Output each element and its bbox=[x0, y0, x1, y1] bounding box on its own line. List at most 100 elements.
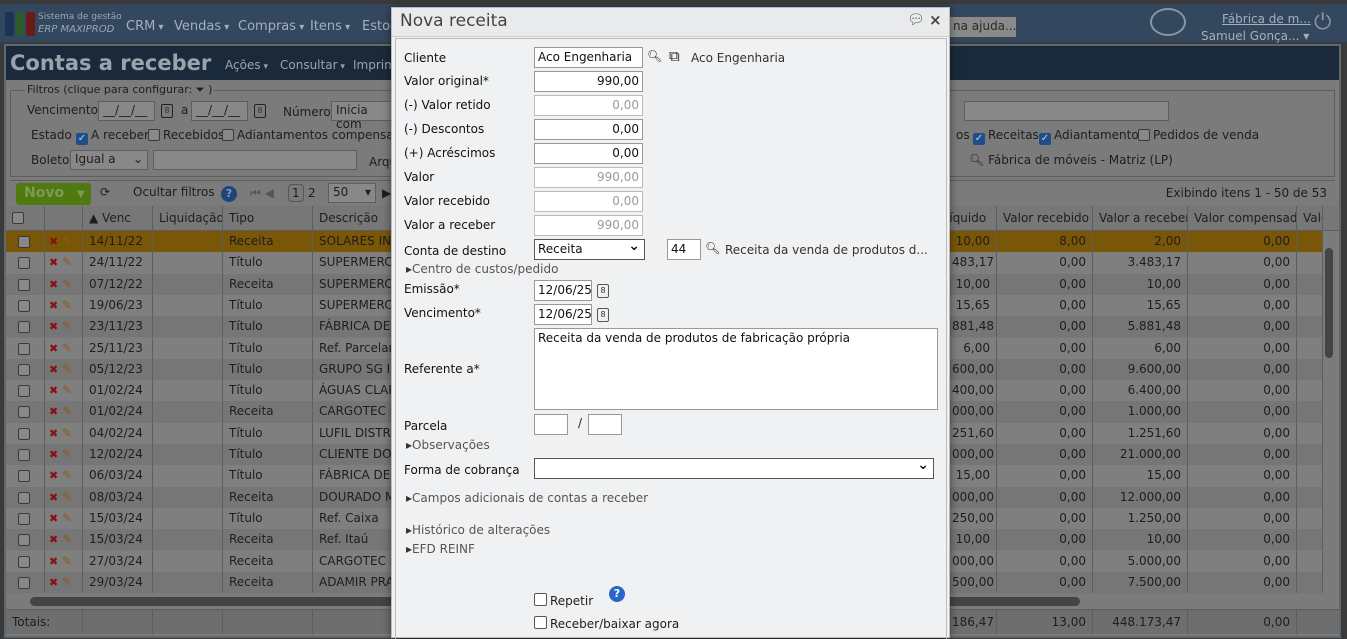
edit-icon[interactable]: ✎ bbox=[62, 341, 72, 355]
parcela-numero-input[interactable] bbox=[534, 414, 568, 435]
calendar-icon[interactable]: 8 bbox=[597, 308, 609, 322]
external-link-icon[interactable]: ⧉ bbox=[669, 47, 680, 65]
edit-icon[interactable]: ✎ bbox=[62, 383, 72, 397]
delete-icon[interactable]: ✖ bbox=[49, 469, 58, 482]
search-icon[interactable]: 🔍︎ bbox=[705, 241, 720, 255]
delete-icon[interactable]: ✖ bbox=[49, 512, 58, 525]
edit-icon[interactable]: ✎ bbox=[62, 298, 72, 312]
delete-icon[interactable]: ✖ bbox=[49, 491, 58, 504]
edit-icon[interactable]: ✎ bbox=[62, 575, 72, 589]
chat-icon[interactable] bbox=[1150, 8, 1186, 36]
refresh-icon[interactable]: ⟳ bbox=[100, 185, 110, 199]
edit-icon[interactable]: ✎ bbox=[62, 447, 72, 461]
receber-agora-checkbox[interactable] bbox=[534, 616, 547, 629]
help-icon[interactable]: ? bbox=[221, 186, 237, 202]
row-checkbox[interactable] bbox=[6, 273, 45, 295]
edit-icon[interactable]: ✎ bbox=[62, 554, 72, 568]
delete-icon[interactable]: ✖ bbox=[49, 320, 58, 333]
descontos-input[interactable]: 0,00 bbox=[534, 119, 643, 140]
calendar-icon[interactable]: 8 bbox=[597, 284, 609, 298]
efd-reinf-toggle[interactable]: EFD REINF bbox=[406, 542, 475, 556]
row-checkbox[interactable] bbox=[6, 550, 45, 572]
conta-tipo-select[interactable]: Receita bbox=[534, 239, 645, 260]
row-checkbox[interactable] bbox=[6, 294, 45, 317]
delete-icon[interactable]: ✖ bbox=[49, 278, 58, 291]
repetir-checkbox[interactable] bbox=[534, 593, 547, 606]
delete-icon[interactable]: ✖ bbox=[49, 533, 58, 546]
col-valor-recebido[interactable]: Valor recebido bbox=[997, 206, 1093, 231]
vencimento-from[interactable]: __/__/__ bbox=[98, 101, 155, 121]
vencimento-input[interactable]: 12/06/25 bbox=[534, 304, 592, 325]
forma-cobranca-select[interactable] bbox=[534, 458, 934, 479]
page-size-select[interactable]: 50 ▾ bbox=[328, 183, 376, 203]
col-valor-a-receber[interactable]: Valor a receber bbox=[1093, 206, 1188, 231]
observacoes-toggle[interactable]: Observações bbox=[406, 438, 490, 452]
delete-icon[interactable]: ✖ bbox=[49, 342, 58, 355]
col-liquidacao[interactable]: Liquidação bbox=[153, 206, 223, 231]
edit-icon[interactable]: ✎ bbox=[62, 234, 72, 248]
delete-icon[interactable]: ✖ bbox=[49, 299, 58, 312]
edit-icon[interactable]: ✎ bbox=[62, 426, 72, 440]
filters-legend[interactable]: Filtros (clique para configurar: ⏷ ) bbox=[25, 83, 215, 97]
campos-adicionais-toggle[interactable]: Campos adicionais de contas a receber bbox=[406, 491, 648, 505]
conta-codigo-input[interactable]: 44 bbox=[667, 239, 701, 260]
menu-crm[interactable]: CRM bbox=[126, 19, 164, 34]
valor-original-input[interactable]: 990,00 bbox=[534, 71, 643, 92]
numero-input[interactable] bbox=[964, 101, 1169, 121]
row-checkbox[interactable] bbox=[6, 380, 45, 402]
page-1[interactable]: 1 bbox=[288, 184, 304, 202]
search-icon[interactable]: 🔍︎ bbox=[647, 49, 662, 63]
row-checkbox[interactable] bbox=[6, 571, 45, 594]
row-checkbox[interactable] bbox=[6, 529, 45, 551]
edit-icon[interactable]: ✎ bbox=[62, 404, 72, 418]
pager-next[interactable]: ▶ bbox=[382, 186, 391, 200]
edit-icon[interactable]: ✎ bbox=[62, 362, 72, 376]
delete-icon[interactable]: ✖ bbox=[49, 405, 58, 418]
edit-icon[interactable]: ✎ bbox=[62, 319, 72, 333]
estado-a-receber[interactable]: ✓ A receber bbox=[76, 128, 149, 145]
col-venc[interactable]: ▲ Venc bbox=[83, 206, 153, 231]
row-checkbox[interactable] bbox=[6, 316, 45, 338]
cliente-link[interactable]: Aco Engenharia bbox=[691, 51, 785, 65]
tipo-pedidos-venda[interactable]: Pedidos de venda bbox=[1138, 128, 1259, 142]
comment-icon[interactable]: 💬︎ bbox=[907, 12, 925, 28]
boleto-input[interactable] bbox=[153, 150, 357, 170]
row-checkbox[interactable] bbox=[6, 507, 45, 530]
row-checkbox[interactable] bbox=[6, 337, 45, 359]
edit-icon[interactable]: ✎ bbox=[62, 277, 72, 291]
row-checkbox[interactable] bbox=[6, 231, 45, 253]
user-menu[interactable]: Samuel Gonça... ▾ bbox=[1201, 29, 1309, 43]
row-checkbox[interactable] bbox=[6, 465, 45, 487]
referente-textarea[interactable]: Receita da venda de produtos de fabricaç… bbox=[534, 328, 938, 410]
row-checkbox[interactable] bbox=[6, 358, 45, 381]
menu-consultar[interactable]: Consultar bbox=[280, 58, 345, 72]
delete-icon[interactable]: ✖ bbox=[49, 363, 58, 376]
pager-first-prev[interactable]: ⏮ ◀ bbox=[250, 186, 274, 201]
col-tipo[interactable]: Tipo bbox=[223, 206, 313, 231]
parcela-total-input[interactable] bbox=[588, 414, 622, 435]
delete-icon[interactable]: ✖ bbox=[49, 448, 58, 461]
row-checkbox[interactable] bbox=[6, 422, 45, 444]
close-icon[interactable]: × bbox=[929, 11, 942, 29]
row-checkbox[interactable] bbox=[6, 486, 45, 508]
delete-icon[interactable]: ✖ bbox=[49, 427, 58, 440]
menu-itens[interactable]: Itens bbox=[310, 19, 350, 34]
boleto-mode-select[interactable]: Igual a ⌄ bbox=[70, 150, 148, 170]
calendar-icon[interactable]: 8 bbox=[254, 104, 266, 118]
row-checkbox[interactable] bbox=[6, 444, 45, 466]
ocultar-filtros-button[interactable]: Ocultar filtros bbox=[133, 185, 215, 199]
menu-vendas[interactable]: Vendas bbox=[174, 19, 229, 34]
delete-icon[interactable]: ✖ bbox=[49, 256, 58, 269]
estado-adiantamentos-compensados[interactable]: Adiantamentos compensados bbox=[222, 128, 415, 142]
delete-icon[interactable]: ✖ bbox=[49, 384, 58, 397]
delete-icon[interactable]: ✖ bbox=[49, 576, 58, 589]
col-liquido[interactable]: líquido bbox=[946, 206, 997, 231]
edit-icon[interactable]: ✎ bbox=[62, 468, 72, 482]
edit-icon[interactable]: ✎ bbox=[62, 532, 72, 546]
vertical-scrollbar[interactable] bbox=[1325, 234, 1335, 594]
page-2[interactable]: 2 bbox=[308, 186, 316, 200]
row-checkbox[interactable] bbox=[6, 252, 45, 274]
menu-compras[interactable]: Compras bbox=[238, 19, 304, 34]
company-link[interactable]: Fábrica de m... bbox=[1222, 12, 1311, 26]
delete-icon[interactable]: ✖ bbox=[49, 235, 58, 248]
